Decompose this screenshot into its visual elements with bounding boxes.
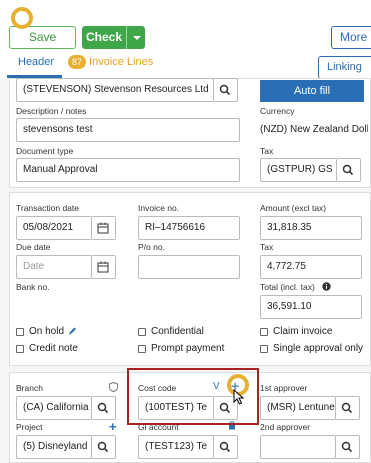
mouse-cursor-icon xyxy=(233,389,245,405)
single-approval-label: Single approval only xyxy=(273,343,364,354)
transaction-date-field[interactable]: 05/08/2021 xyxy=(16,216,92,240)
amount-excl-tax-field[interactable]: 31,818.35 xyxy=(260,216,362,240)
check-dropdown-toggle[interactable] xyxy=(126,26,145,49)
auto-fill-button[interactable]: Auto fill xyxy=(260,80,364,102)
claim-invoice-label: Claim invoice xyxy=(273,326,333,337)
description-field[interactable]: stevensons test xyxy=(16,118,240,142)
confidential-label: Confidential xyxy=(151,326,204,337)
single-approval-checkbox[interactable] xyxy=(260,345,268,353)
check-button-label: Check xyxy=(85,30,123,44)
search-icon xyxy=(97,441,109,453)
prompt-payment-checkbox[interactable] xyxy=(138,345,146,353)
search-icon xyxy=(342,164,354,176)
linking-button[interactable]: Linking xyxy=(318,56,371,91)
tab-invoice-lines[interactable]: 87 Invoice Lines xyxy=(68,55,153,69)
branch-field[interactable]: (CA) California xyxy=(16,396,92,420)
credit-note-label: Credit note xyxy=(29,343,78,354)
click-marker xyxy=(11,7,33,29)
document-type-label: Document type xyxy=(16,146,74,156)
confidential-checkbox[interactable] xyxy=(138,328,146,336)
po-no-label: P/o no. xyxy=(138,242,165,252)
save-button[interactable]: Save xyxy=(9,26,76,49)
tax-code-search-button[interactable] xyxy=(337,158,361,182)
second-approver-label: 2nd approver xyxy=(260,422,311,432)
bank-no-label: Bank no. xyxy=(16,282,50,292)
info-icon xyxy=(322,282,331,291)
due-date-label: Due date xyxy=(16,242,51,252)
due-date-picker-button[interactable] xyxy=(92,255,116,279)
chevron-down-icon xyxy=(133,36,141,40)
first-approver-label: 1st approver xyxy=(260,383,308,393)
calendar-icon xyxy=(97,261,109,273)
first-approver-search-button[interactable] xyxy=(336,396,360,420)
gl-account-field[interactable]: (TEST123) Te xyxy=(138,435,214,459)
linking-button-label: Linking xyxy=(327,61,362,73)
currency-label: Currency xyxy=(260,106,295,116)
total-incl-tax-label-text: Total (incl. tax) xyxy=(260,282,315,292)
total-incl-tax-label: Total (incl. tax) xyxy=(260,282,331,292)
second-approver-field[interactable] xyxy=(260,435,336,459)
search-icon xyxy=(219,441,231,453)
tab-header[interactable]: Header xyxy=(18,56,54,68)
first-approver-field[interactable]: (MSR) Lentune xyxy=(260,396,336,420)
project-search-button[interactable] xyxy=(92,435,116,459)
search-icon xyxy=(219,84,231,96)
on-hold-checkbox[interactable] xyxy=(16,328,24,336)
supplier-field[interactable]: (STEVENSON) Stevenson Resources Ltd xyxy=(16,78,214,102)
more-button[interactable]: More xyxy=(331,26,371,61)
shield-icon xyxy=(109,382,118,392)
search-icon xyxy=(341,402,353,414)
project-label: Project xyxy=(16,422,43,432)
tax-amount-label: Tax xyxy=(260,242,274,252)
search-icon xyxy=(97,402,109,414)
document-type-field[interactable]: Manual Approval xyxy=(16,158,240,182)
tab-invoice-lines-label: Invoice Lines xyxy=(89,56,154,68)
second-approver-search-button[interactable] xyxy=(336,435,360,459)
prompt-payment-label: Prompt payment xyxy=(151,343,225,354)
toolbar: Save Check More xyxy=(0,0,371,61)
branch-search-button[interactable] xyxy=(92,396,116,420)
gl-account-search-button[interactable] xyxy=(214,435,238,459)
po-no-field[interactable] xyxy=(138,255,240,279)
invoice-no-label: Invoice no. xyxy=(138,203,180,213)
credit-note-checkbox[interactable] xyxy=(16,345,24,353)
more-button-label: More xyxy=(340,30,368,44)
tax-code-label: Tax xyxy=(260,146,274,156)
transaction-date-label: Transaction date xyxy=(16,203,79,213)
branch-label: Branch xyxy=(16,383,43,393)
project-add-icon[interactable]: + xyxy=(109,419,117,434)
transaction-date-picker-button[interactable] xyxy=(92,216,116,240)
check-button[interactable]: Check xyxy=(82,26,145,49)
invoice-no-field[interactable]: RI–14756616 xyxy=(138,216,240,240)
tax-code-field[interactable]: (GSTPUR) GS xyxy=(260,158,337,182)
pencil-icon[interactable] xyxy=(68,326,77,336)
claim-invoice-checkbox[interactable] xyxy=(260,328,268,336)
on-hold-label: On hold xyxy=(29,326,65,337)
calendar-icon xyxy=(97,222,109,234)
supplier-search-button[interactable] xyxy=(214,78,238,102)
total-incl-tax-field[interactable]: 36,591.10 xyxy=(260,295,362,319)
invoice-lines-count-badge: 87 xyxy=(68,55,87,69)
currency-value: (NZD) New Zealand Doll xyxy=(260,124,368,135)
tax-amount-field[interactable]: 4,772.75 xyxy=(260,255,362,279)
due-date-field[interactable]: Date xyxy=(16,255,92,279)
description-label: Description / notes xyxy=(16,106,87,116)
amount-excl-tax-label: Amount (excl tax) xyxy=(260,203,327,213)
project-field[interactable]: (5) Disneyland xyxy=(16,435,92,459)
tab-bar: Header 87 Invoice Lines xyxy=(0,52,371,78)
search-icon xyxy=(341,441,353,453)
